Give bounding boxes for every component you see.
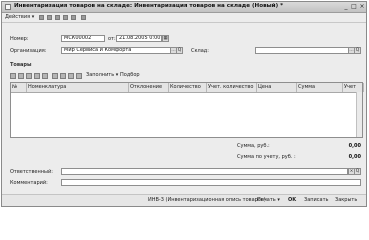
move-down-icon[interactable]	[60, 73, 66, 79]
column-header[interactable]: №	[11, 83, 27, 92]
goods-table[interactable]: № Номенклатура Отклонение Количество Уче…	[10, 82, 364, 138]
number-label: Номер:	[10, 36, 29, 42]
fill-label: Заполнить	[86, 72, 115, 78]
goods-toolbar: Заполнить ▾ Подбор	[10, 72, 360, 80]
column-header[interactable]: Учет	[343, 83, 364, 92]
sort-asc-icon[interactable]	[68, 73, 74, 79]
sum-value: 0,00	[348, 143, 361, 149]
column-header[interactable]: Номенклатура	[27, 83, 129, 92]
actions-label: Действия	[5, 14, 31, 20]
minimize-button[interactable]: _	[342, 3, 350, 10]
title-bar: Инвентаризация товаров на складе: Инвент…	[2, 2, 366, 13]
search-icon[interactable]: Q	[176, 47, 183, 54]
select-button[interactable]: Подбор	[120, 72, 140, 79]
edit-row-icon[interactable]	[26, 73, 32, 79]
actions-menu[interactable]: Действия ▾	[5, 14, 34, 21]
end-edit-icon[interactable]	[42, 73, 48, 79]
form-reference-button[interactable]: ИНВ-3 (Инвентаризационная опись товаров)	[148, 197, 266, 204]
window-title: Инвентаризация товаров на складе: Инвент…	[14, 3, 284, 9]
warehouse-field[interactable]	[255, 47, 349, 54]
comment-label: Комментарий:	[10, 180, 48, 186]
table-scrollbar[interactable]	[356, 92, 362, 137]
organization-field[interactable]: Мир Сервиса и Комфорта	[61, 47, 171, 54]
column-header[interactable]: Цена	[257, 83, 297, 92]
date-field[interactable]: 21.08.2005 0:00:00	[116, 35, 162, 42]
number-field[interactable]: МСК00002	[61, 35, 105, 42]
goods-section-label: Товары	[10, 62, 32, 68]
copy-row-icon[interactable]	[18, 73, 24, 79]
chevron-down-icon: ▾	[115, 72, 119, 78]
print-button[interactable]: Печать ▾	[257, 197, 280, 204]
responsible-label: Ответственный:	[10, 169, 53, 175]
add-row-icon[interactable]	[10, 73, 16, 79]
document-window: Инвентаризация товаров на складе: Инвент…	[1, 1, 367, 207]
edit-icon[interactable]	[63, 15, 68, 20]
responsible-field[interactable]	[61, 168, 348, 175]
main-toolbar: Действия ▾	[2, 13, 366, 23]
organization-label: Организация:	[10, 48, 47, 54]
ok-button[interactable]: OK	[288, 197, 296, 204]
copy-icon[interactable]	[47, 15, 52, 20]
calendar-icon[interactable]: ▦	[162, 35, 169, 42]
date-label: от:	[108, 36, 116, 42]
structure-icon[interactable]	[55, 15, 60, 20]
chevron-down-icon: ▾	[277, 197, 280, 203]
document-new-icon[interactable]	[39, 15, 44, 20]
accounting-sum-label: Сумма по учету, руб. :	[237, 154, 296, 160]
column-header[interactable]: Отклонение	[129, 83, 169, 92]
save-button[interactable]: Записать	[304, 197, 328, 204]
sum-label: Сумма, руб.:	[237, 143, 270, 149]
dropdown-icon[interactable]	[71, 15, 76, 20]
chevron-down-icon: ▾	[31, 14, 35, 20]
column-header[interactable]: Сумма	[297, 83, 343, 92]
print-label: Печать	[257, 197, 276, 203]
search-icon[interactable]: Q	[354, 47, 361, 54]
column-header[interactable]: Учет. количество	[207, 83, 257, 92]
close-button[interactable]: Закрыть	[335, 197, 357, 204]
delete-row-icon[interactable]	[34, 73, 40, 79]
document-icon	[5, 4, 11, 10]
column-header[interactable]: Количество	[169, 83, 207, 92]
fill-button[interactable]: Заполнить ▾	[86, 72, 118, 79]
accounting-sum-value: 0,00	[348, 154, 361, 160]
comment-field[interactable]	[61, 179, 361, 186]
help-icon[interactable]	[81, 15, 86, 20]
table-header: № Номенклатура Отклонение Количество Уче…	[11, 83, 364, 93]
sort-desc-icon[interactable]	[76, 73, 82, 79]
warehouse-label: Склад:	[191, 48, 209, 54]
command-bar: ИНВ-3 (Инвентаризационная опись товаров)…	[2, 194, 366, 206]
close-window-button[interactable]: ×	[358, 3, 366, 10]
maximize-button[interactable]: □	[350, 3, 358, 10]
move-up-icon[interactable]	[52, 73, 58, 79]
search-icon[interactable]: Q	[354, 168, 361, 175]
